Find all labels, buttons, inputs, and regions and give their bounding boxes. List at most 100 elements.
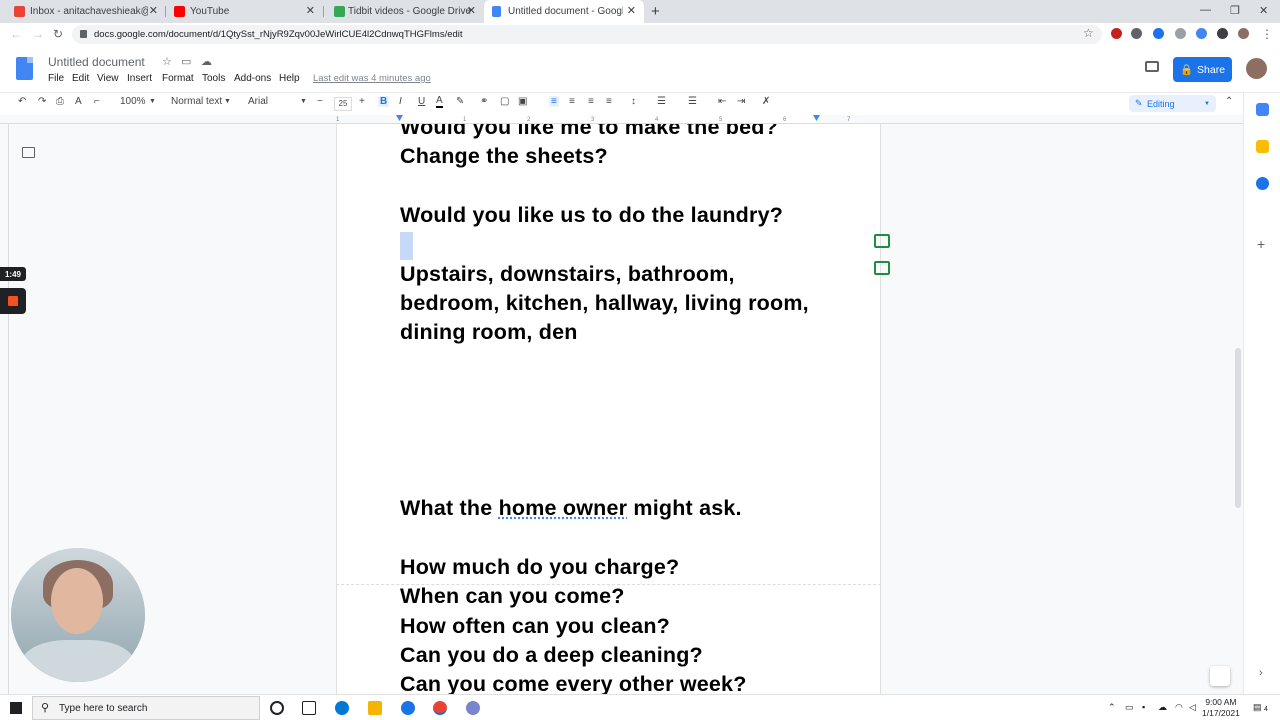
expand-panel-icon[interactable]: › (1259, 667, 1263, 679)
paint-format-icon[interactable]: ⌐ (94, 96, 100, 107)
keep-icon[interactable] (1256, 140, 1269, 153)
doc-line[interactable]: Can you do a deep cleaning? (400, 643, 703, 668)
cloud-icon[interactable]: ☁ (1158, 702, 1167, 713)
hide-menus-icon[interactable]: ⌃ (1225, 96, 1233, 107)
explore-icon[interactable] (1210, 666, 1230, 686)
last-edit-status[interactable]: Last edit was 4 minutes ago (313, 73, 431, 84)
move-folder-icon[interactable]: ▭ (181, 55, 191, 68)
redo-icon[interactable]: ↷ (38, 96, 46, 107)
tab-gmail[interactable]: Inbox - anitachaveshieak@gmail ✕ (0, 0, 166, 23)
menu-file[interactable]: File (48, 73, 64, 84)
task-view-icon[interactable] (302, 701, 316, 715)
doc-line[interactable]: What the home owner might ask. (400, 496, 742, 521)
image-icon[interactable]: ▣ (518, 96, 527, 107)
extension-icon[interactable] (1196, 28, 1207, 39)
zoom-select[interactable]: 100% (120, 96, 146, 107)
add-comment-icon[interactable] (874, 234, 890, 248)
get-addons-icon[interactable]: + (1257, 236, 1265, 252)
increase-font-size-icon[interactable]: + (359, 96, 365, 107)
menu-insert[interactable]: Insert (127, 73, 152, 84)
horizontal-ruler[interactable]: 1 1 2 3 4 5 6 7 (0, 115, 1243, 124)
line-spacing-icon[interactable]: ↕ (631, 96, 636, 107)
vertical-ruler[interactable] (0, 124, 9, 694)
undo-icon[interactable]: ↶ (18, 96, 26, 107)
wifi-icon[interactable]: ◠ (1175, 702, 1183, 713)
share-button[interactable]: 🔒 Share (1173, 57, 1232, 82)
comment-history-icon[interactable] (1145, 61, 1159, 72)
doc-line[interactable]: Can you come every other week? (400, 672, 747, 694)
align-left-icon[interactable]: ≡ (549, 96, 559, 107)
stop-recording-button[interactable] (0, 288, 26, 314)
avatar[interactable] (1246, 58, 1267, 79)
battery-icon[interactable]: ▭ (1125, 702, 1134, 713)
align-right-icon[interactable]: ≡ (588, 96, 594, 107)
bold-button[interactable]: B (378, 96, 390, 107)
edge-icon[interactable] (335, 701, 349, 715)
more-menu-icon[interactable]: ⋮ (1261, 27, 1273, 41)
bookmark-star-icon[interactable]: ☆ (1083, 26, 1094, 40)
settings-gear-icon[interactable] (466, 701, 480, 715)
webcam-bubble[interactable] (11, 548, 145, 682)
close-window-icon[interactable]: ✕ (1259, 4, 1268, 17)
chevron-down-icon[interactable]: ▼ (300, 98, 307, 105)
menu-help[interactable]: Help (279, 73, 300, 84)
text-color-icon[interactable]: A (436, 96, 443, 108)
extension-icon[interactable] (1153, 28, 1164, 39)
tray-chevron-icon[interactable]: ⌃ (1108, 702, 1116, 713)
clear-formatting-icon[interactable]: ✗ (762, 96, 770, 107)
decrease-indent-icon[interactable]: ⇤ (718, 96, 726, 107)
doc-line[interactable]: bedroom, kitchen, hallway, living room, (400, 291, 809, 316)
tab-youtube[interactable]: YouTube ✕ (166, 0, 323, 23)
cortana-icon[interactable] (270, 701, 284, 715)
editing-mode-select[interactable]: ✎ Editing ▼ (1129, 95, 1216, 112)
doc-line[interactable]: dining room, den (400, 320, 578, 345)
grammar-suggestion[interactable]: home owner (499, 496, 628, 520)
decrease-font-size-icon[interactable]: − (317, 96, 323, 107)
back-icon[interactable]: ← (10, 27, 22, 41)
doc-line[interactable]: How much do you charge? (400, 555, 679, 580)
doc-line[interactable]: Would you like me to make the bed? (400, 124, 778, 140)
close-tab-icon[interactable]: ✕ (149, 4, 158, 17)
font-size-input[interactable]: 25 (334, 97, 352, 111)
extension-icon[interactable] (1111, 28, 1122, 39)
align-center-icon[interactable]: ≡ (569, 96, 575, 107)
tab-drive[interactable]: Tidbit videos - Google Drive ✕ (324, 0, 484, 23)
minimize-icon[interactable]: — (1200, 4, 1211, 16)
new-tab-icon[interactable]: + (651, 3, 660, 20)
justify-icon[interactable]: ≡ (606, 96, 612, 107)
reload-icon[interactable]: ↻ (53, 27, 63, 41)
menu-addons[interactable]: Add-ons (234, 73, 271, 84)
highlight-icon[interactable]: ✎ (456, 96, 464, 107)
taskbar-clock[interactable]: 9:00 AM 1/17/2021 (1202, 697, 1240, 719)
doc-line[interactable]: How often can you clean? (400, 614, 670, 639)
restore-icon[interactable]: ❐ (1230, 4, 1240, 17)
document-title[interactable]: Untitled document (48, 55, 145, 69)
menu-tools[interactable]: Tools (202, 73, 225, 84)
chevron-down-icon[interactable]: ▼ (224, 98, 231, 105)
tray-app-icon[interactable]: ▪ (1142, 702, 1145, 712)
document-outline-icon[interactable] (22, 147, 35, 158)
italic-button[interactable]: I (399, 96, 402, 107)
profile-avatar[interactable] (1238, 28, 1249, 39)
spellcheck-icon[interactable]: A (75, 96, 82, 107)
cloud-status-icon[interactable]: ☁ (201, 55, 212, 68)
address-bar[interactable]: docs.google.com/document/d/1QtySst_rNjyR… (72, 25, 1102, 44)
close-tab-icon[interactable]: ✕ (627, 4, 636, 17)
volume-icon[interactable]: ◁ (1189, 702, 1196, 713)
windows-start-icon[interactable] (10, 702, 22, 714)
tasks-icon[interactable] (1256, 177, 1269, 190)
tab-google-docs[interactable]: Untitled document - Google Doc ✕ (484, 0, 644, 23)
numbered-list-icon[interactable]: ☰ (657, 96, 666, 107)
style-select[interactable]: Normal text (171, 96, 222, 107)
extension-icon[interactable] (1131, 28, 1142, 39)
notification-icon[interactable]: ▤ (1253, 702, 1262, 713)
menu-view[interactable]: View (97, 73, 119, 84)
suggest-edit-icon[interactable] (874, 261, 890, 275)
menu-format[interactable]: Format (162, 73, 194, 84)
url-text[interactable]: docs.google.com/document/d/1QtySst_rNjyR… (94, 29, 463, 40)
docs-logo-icon[interactable] (16, 57, 33, 80)
menu-edit[interactable]: Edit (72, 73, 89, 84)
calendar-icon[interactable] (1256, 103, 1269, 116)
doc-line[interactable]: Would you like us to do the laundry? (400, 203, 783, 228)
vertical-scrollbar[interactable] (1235, 348, 1241, 508)
